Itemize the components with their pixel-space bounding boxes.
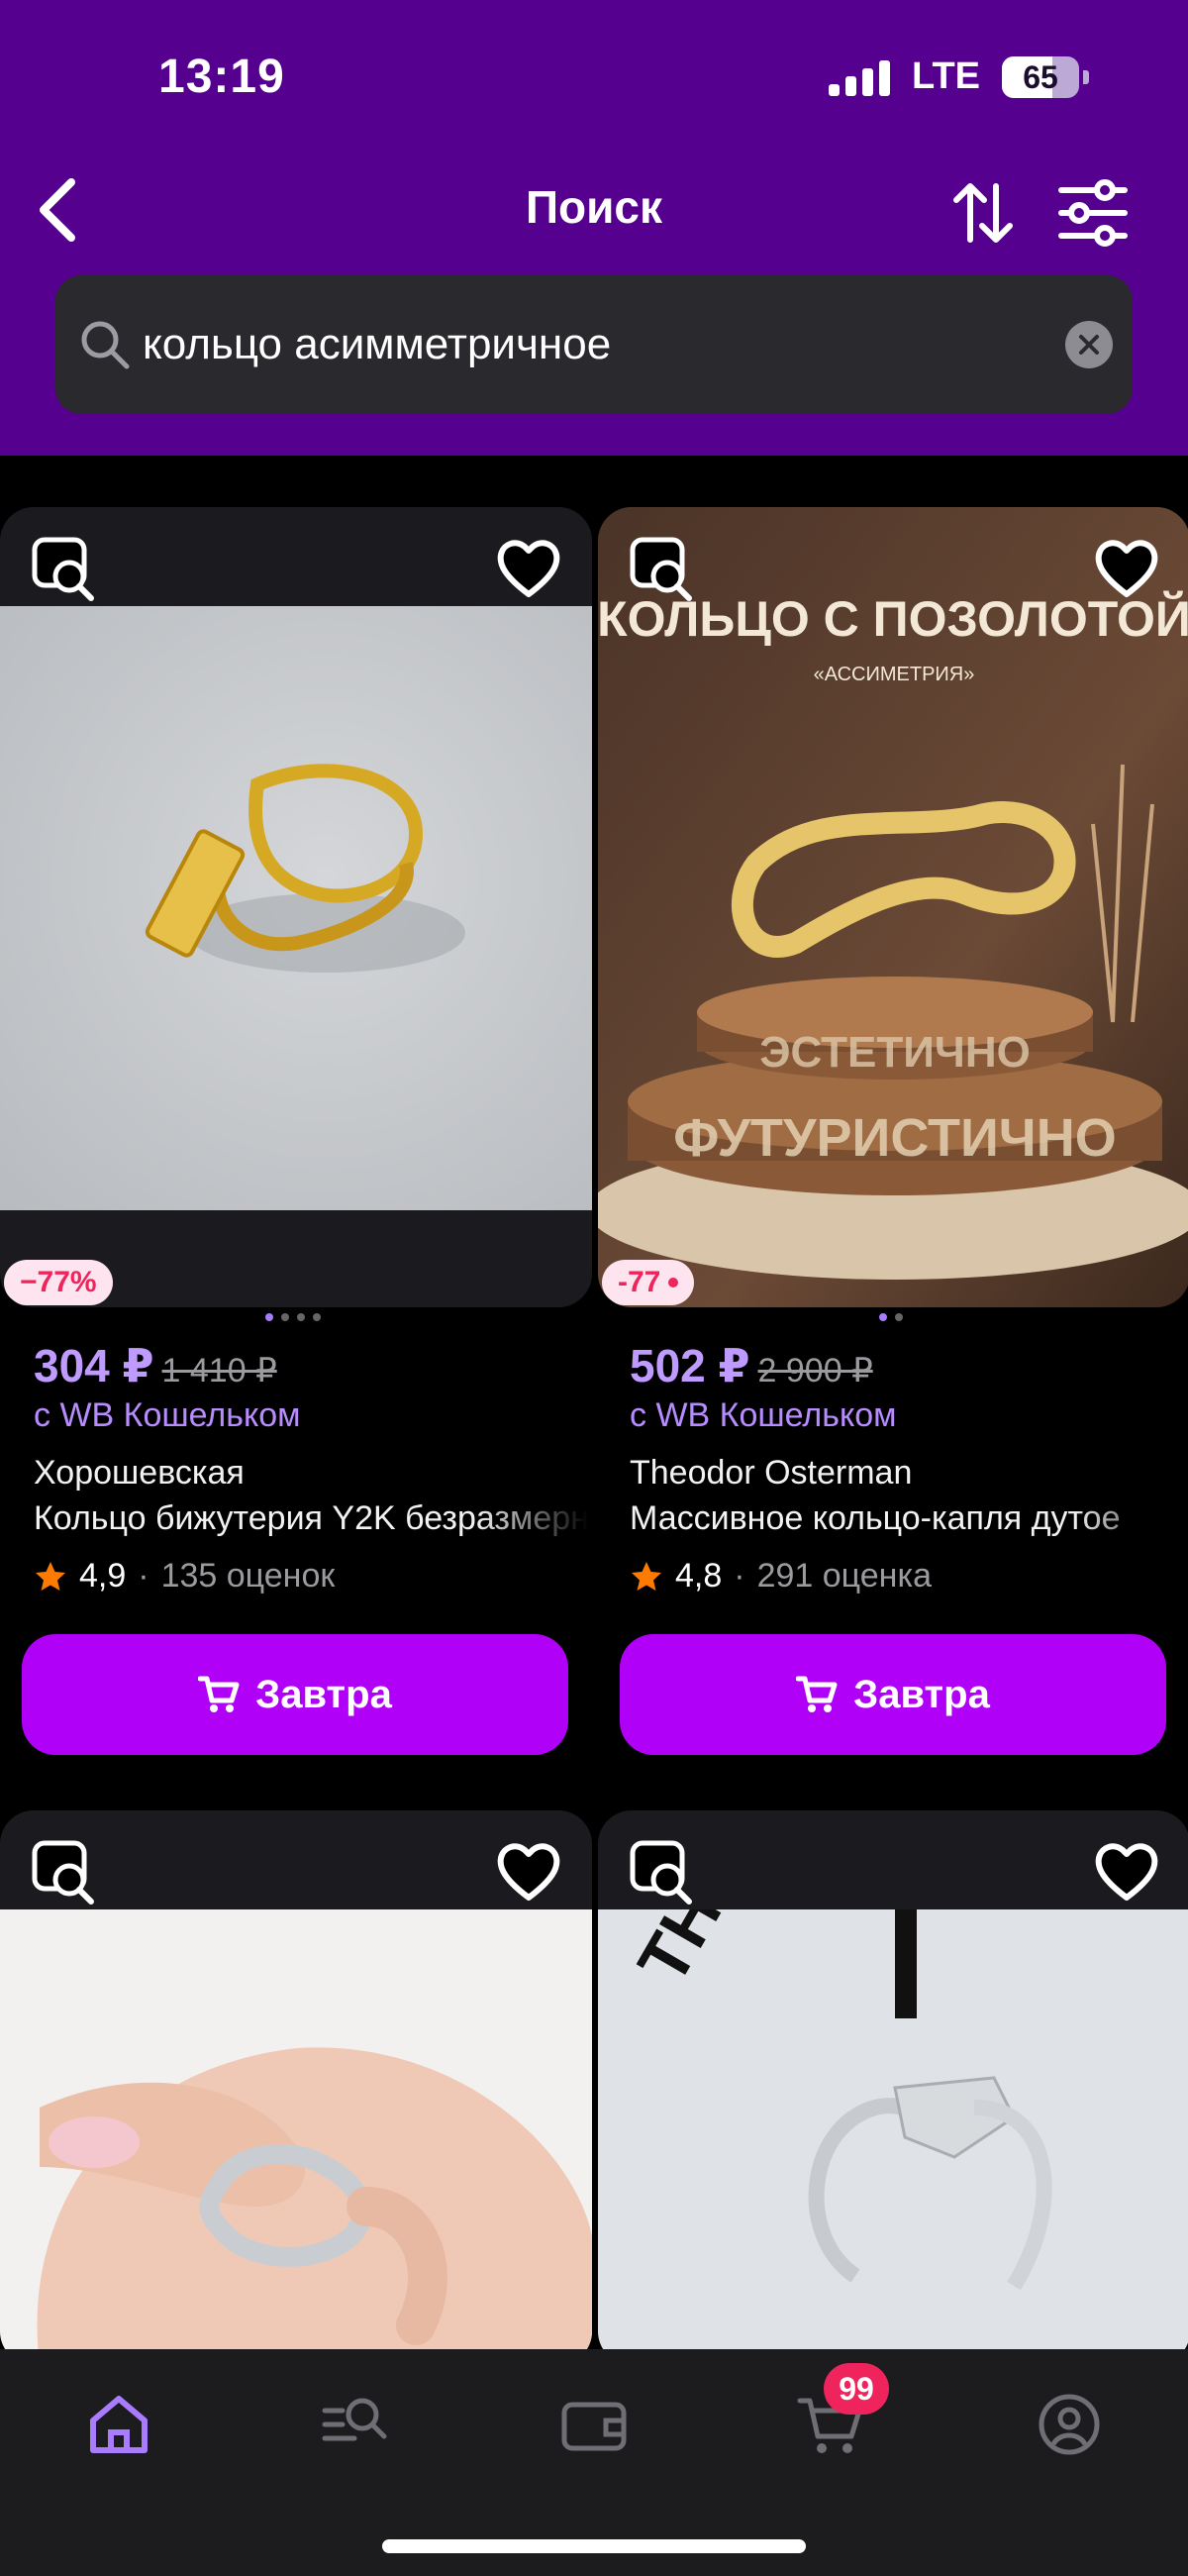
rating: 4,8 · 291 оценка (630, 1557, 932, 1596)
top-bar: 13:19 LTE 65 Поиск (0, 0, 1188, 456)
product-name[interactable]: Кольцо бижутерия Y2K безразмерное (34, 1499, 588, 1538)
add-to-cart-button[interactable]: Завтра (620, 1634, 1166, 1755)
discount-badge: -77 (602, 1260, 695, 1305)
product-card[interactable] (0, 1810, 592, 2365)
cart-icon (198, 1676, 240, 1712)
product-image[interactable]: TH (598, 1909, 1188, 2365)
rating-value: 4,8 (675, 1557, 723, 1595)
home-icon[interactable] (79, 2385, 158, 2464)
image-word-1: ЭСТЕТИЧНО (759, 1028, 1031, 1077)
rating: 4,9 · 135 оценок (34, 1557, 335, 1596)
battery-icon: 65 (1002, 55, 1079, 98)
image-pager (265, 1313, 321, 1321)
status-time: 13:19 (158, 51, 285, 103)
star-icon (632, 1561, 661, 1591)
price: 502 ₽2 900 ₽ (630, 1339, 873, 1392)
heart-icon[interactable] (1093, 537, 1160, 600)
clear-icon (1079, 335, 1099, 355)
wallet-icon[interactable] (554, 2385, 634, 2464)
reviews-count: 135 оценок (160, 1557, 336, 1595)
sort-icon[interactable] (948, 178, 1018, 248)
product-card[interactable]: −77% (0, 507, 592, 1307)
image-word-2: ФУТУРИСТИЧНО (673, 1108, 1116, 1168)
home-indicator[interactable] (382, 2539, 806, 2553)
heart-icon[interactable] (495, 1840, 562, 1904)
image-pager (879, 1313, 903, 1321)
star-icon (36, 1561, 65, 1591)
visual-search-icon[interactable] (30, 1838, 99, 1907)
battery-percent: 65 (1023, 58, 1058, 95)
button-label: Завтра (853, 1672, 990, 1716)
catalog-search-icon[interactable] (315, 2385, 394, 2464)
current-price: 304 ₽ (34, 1340, 154, 1391)
product-image[interactable] (0, 1909, 592, 2365)
button-label: Завтра (255, 1672, 392, 1716)
heart-icon[interactable] (495, 537, 562, 600)
status-icons: LTE 65 (829, 55, 1089, 98)
discount-badge: −77% (4, 1260, 113, 1305)
add-to-cart-button[interactable]: Завтра (22, 1634, 568, 1755)
cart-count-badge: 99 (824, 2363, 889, 2415)
profile-icon[interactable] (1030, 2385, 1109, 2464)
reviews-count: 291 оценка (756, 1557, 932, 1595)
rating-value: 4,9 (79, 1557, 127, 1595)
product-card[interactable]: TH (598, 1810, 1188, 2365)
visual-search-icon[interactable] (628, 535, 697, 604)
brand: Хорошевская (34, 1454, 245, 1492)
product-name[interactable]: Массивное кольцо-капля дутое (630, 1499, 1184, 1538)
product-image[interactable] (0, 606, 592, 1210)
image-subtitle: «АССИМЕТРИЯ» (814, 664, 975, 685)
old-price: 2 900 ₽ (757, 1352, 873, 1390)
heart-icon[interactable] (1093, 1840, 1160, 1904)
current-price: 502 ₽ (630, 1340, 750, 1391)
wallet-label: с WB Кошельком (34, 1396, 301, 1434)
visual-search-icon[interactable] (30, 535, 99, 604)
clear-search-button[interactable] (1065, 321, 1113, 368)
wallet-label: с WB Кошельком (630, 1396, 897, 1434)
signal-icon (829, 58, 891, 96)
cart-icon (796, 1676, 838, 1712)
product-image[interactable]: КОЛЬЦО С ПОЗОЛОТОЙ «АССИМЕТРИЯ» ЭСТЕТИЧН… (598, 507, 1188, 1307)
search-bar[interactable] (55, 275, 1133, 414)
filter-icon[interactable] (1057, 178, 1129, 248)
price: 304 ₽1 410 ₽ (34, 1339, 277, 1392)
visual-search-icon[interactable] (628, 1838, 697, 1907)
discount-text: -77 (618, 1266, 661, 1298)
brand: Theodor Osterman (630, 1454, 913, 1492)
old-price: 1 410 ₽ (161, 1352, 277, 1390)
search-icon (81, 321, 130, 369)
search-input[interactable] (143, 309, 1034, 380)
network-label: LTE (912, 55, 980, 97)
product-card[interactable]: КОЛЬЦО С ПОЗОЛОТОЙ «АССИМЕТРИЯ» ЭСТЕТИЧН… (598, 507, 1188, 1307)
